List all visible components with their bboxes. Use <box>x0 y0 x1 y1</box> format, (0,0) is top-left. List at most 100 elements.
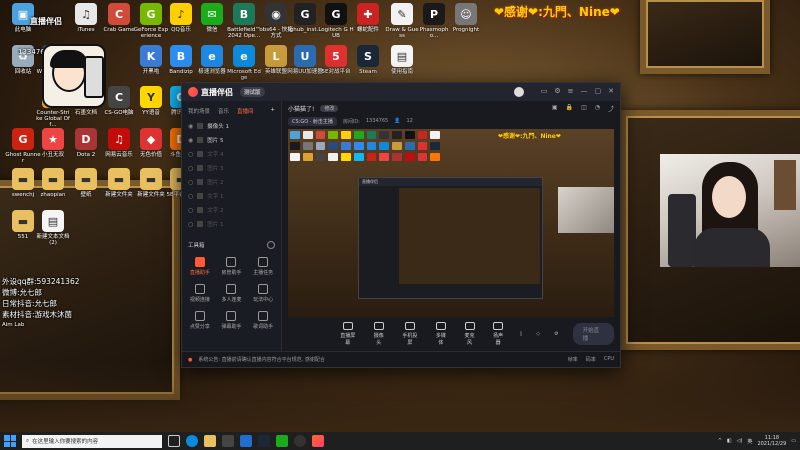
desktop-icon[interactable]: ☺ Prognight <box>448 3 484 33</box>
share-icon[interactable]: ⤴ <box>608 104 614 113</box>
tab-scenes[interactable]: 我的场景 <box>188 107 210 115</box>
preview-mini-icon <box>404 131 415 139</box>
steam-taskbar-icon[interactable] <box>258 435 270 447</box>
desktop-icon[interactable]: ▬ 新建文件夹 <box>101 168 137 198</box>
eye-off-icon[interactable]: ○ <box>188 207 193 214</box>
scene-row[interactable]: ○ 图片 3 <box>182 161 281 175</box>
source-type-icon <box>197 193 204 199</box>
desktop-icon[interactable]: C Crab Game <box>101 3 137 33</box>
speaker-button[interactable]: 扬声器 <box>491 322 506 346</box>
mobile-icon[interactable]: ▯ <box>519 331 522 337</box>
desktop-icon[interactable]: ♫ iTunes <box>68 3 104 33</box>
close-icon[interactable]: ✕ <box>608 87 614 97</box>
mail-icon[interactable] <box>240 435 252 447</box>
scene-row[interactable]: ○ 文字 1 <box>182 189 281 203</box>
desktop-icon[interactable]: ▤ 新建文本文档(2) <box>35 210 71 246</box>
edge-icon[interactable] <box>186 435 198 447</box>
scene-row[interactable]: ◉ 图片 5 <box>182 133 281 147</box>
desktop-icon[interactable]: ▬ 壁纸 <box>68 168 104 198</box>
scene-row[interactable]: ◉ 摄像头 1 <box>182 119 281 133</box>
language-indicator[interactable]: 英 <box>747 438 752 445</box>
desktop-icon[interactable]: ✚ 螺蛇配件 <box>350 3 386 33</box>
scene-row[interactable]: ○ 文字 4 <box>182 147 281 161</box>
eye-off-icon[interactable]: ○ <box>188 221 193 228</box>
tool-button[interactable]: 歌词助手 <box>247 311 279 330</box>
maximize-icon[interactable]: ▢ <box>595 87 602 97</box>
explorer-icon[interactable] <box>204 435 216 447</box>
wechat-taskbar-icon[interactable] <box>276 435 288 447</box>
tool-button[interactable]: 视频连接 <box>184 284 216 303</box>
eye-icon[interactable]: ◉ <box>188 123 193 130</box>
add-phone-button[interactable]: 手机投屏 <box>400 322 419 346</box>
tray-chevron-icon[interactable]: ^ <box>718 438 722 444</box>
record-icon[interactable]: ▣ <box>552 104 558 113</box>
desktop-icon[interactable]: ♫ 网易云音乐 <box>101 128 137 158</box>
tool-button[interactable]: 点赞分享 <box>184 311 216 330</box>
start-button[interactable] <box>4 435 16 447</box>
scene-row[interactable]: ○ 文字 2 <box>182 203 281 217</box>
store-icon[interactable] <box>222 435 234 447</box>
toolbox-more-icon[interactable] <box>267 241 275 249</box>
tool-button[interactable]: 多人连麦 <box>216 284 248 303</box>
eye-icon[interactable]: ◉ <box>188 137 193 144</box>
desktop-icon[interactable]: ✎ Draw & Guess <box>384 3 420 39</box>
beta-badge[interactable]: 测试版 <box>240 87 265 97</box>
settings-icon[interactable]: ⚙ <box>554 87 560 97</box>
user-avatar[interactable] <box>513 87 524 97</box>
desktop-icon[interactable]: G Logitech G HUB <box>318 3 354 39</box>
volume-icon[interactable]: ◁) <box>737 438 743 444</box>
desktop-icon[interactable]: ✉ 微信 <box>194 3 230 33</box>
microphone-button[interactable]: 麦克风 <box>462 322 477 346</box>
clock[interactable]: 11:18 2021/12/29 <box>757 435 786 447</box>
desktop-icon[interactable]: ▬ zhaopian <box>35 168 71 198</box>
category-pill[interactable]: CS:GO · 射击主播 <box>288 116 337 126</box>
desktop-icon[interactable]: ★ 小丑无双 <box>35 128 71 158</box>
start-stream-button[interactable]: 开始直播 <box>572 323 615 345</box>
eye-off-icon[interactable]: ○ <box>188 193 193 200</box>
edit-title-button[interactable]: 修改 <box>320 104 339 112</box>
gear-icon[interactable]: ⚙ <box>554 331 558 337</box>
desktop-icon[interactable]: e 极速浏览器 <box>194 45 230 75</box>
desktop-icon-label: 石墨文档 <box>74 110 97 116</box>
notification-icon[interactable]: ▭ <box>791 438 796 444</box>
network-icon[interactable]: ◧ <box>727 438 732 444</box>
eye-off-icon[interactable]: ○ <box>188 179 193 186</box>
scene-row[interactable]: ○ 图片 1 <box>182 217 281 231</box>
screenshot-icon[interactable]: ◫ <box>581 104 587 113</box>
add-camera-button[interactable]: 摄像头 <box>371 322 386 346</box>
tab-live-room[interactable]: 直播间 <box>237 107 254 115</box>
add-scene-icon[interactable]: + <box>270 107 275 115</box>
tool-button[interactable]: 房管助手 <box>216 257 248 276</box>
desktop-icon[interactable]: ▤ 使用指南 <box>384 45 420 75</box>
taskbar-search[interactable]: ⌕ 在这里输入你要搜索的内容 <box>22 434 162 448</box>
message-icon[interactable]: ▭ <box>541 87 548 97</box>
obs-taskbar-icon[interactable] <box>294 435 306 447</box>
desktop-icon[interactable]: C CS-GO电脑 <box>101 86 137 116</box>
stream-app-taskbar-icon[interactable] <box>312 435 324 447</box>
source-bar: 直播屏幕 摄像头 手机投屏 多媒体 麦克风 扬声器 ▯ ◇ ⚙ 开始直播 <box>288 319 615 349</box>
tool-button[interactable]: 直播助手 <box>184 257 216 276</box>
desktop-icon[interactable]: D Dota 2 <box>68 128 104 158</box>
tool-button[interactable]: 弹幕助手 <box>216 311 248 330</box>
scene-row[interactable]: ○ 图片 2 <box>182 175 281 189</box>
tool-button[interactable]: 主播任务 <box>247 257 279 276</box>
menu-icon[interactable]: ≡ <box>568 87 574 97</box>
desktop-icon[interactable]: e Microsoft Edge <box>226 45 262 81</box>
minimize-icon[interactable]: — <box>581 87 588 97</box>
tab-music[interactable]: 音乐 <box>218 107 229 115</box>
bell-icon[interactable]: ◔ <box>595 104 600 113</box>
eye-off-icon[interactable]: ○ <box>188 165 193 172</box>
desktop-icon[interactable]: 5 5E对战平台 <box>318 45 354 75</box>
gift-icon[interactable]: ◇ <box>536 331 540 337</box>
stream-preview[interactable]: ❤感谢❤:九門、Nine❤ 直播伴侣 <box>288 129 614 317</box>
taskview-icon[interactable] <box>168 435 180 447</box>
eye-off-icon[interactable]: ○ <box>188 151 193 158</box>
add-media-button[interactable]: 多媒体 <box>434 322 449 346</box>
desktop-icon[interactable]: B Battlefield™ 2042 Ope... <box>226 3 262 39</box>
desktop-icon[interactable]: P Phasmopho... <box>416 3 452 39</box>
tool-button[interactable]: 玩法中心 <box>247 284 279 303</box>
desktop-icon[interactable]: S Steam <box>350 45 386 75</box>
add-screen-button[interactable]: 直播屏幕 <box>338 322 357 346</box>
lock-icon[interactable]: 🔒 <box>566 104 573 113</box>
tool-icon <box>226 257 237 267</box>
